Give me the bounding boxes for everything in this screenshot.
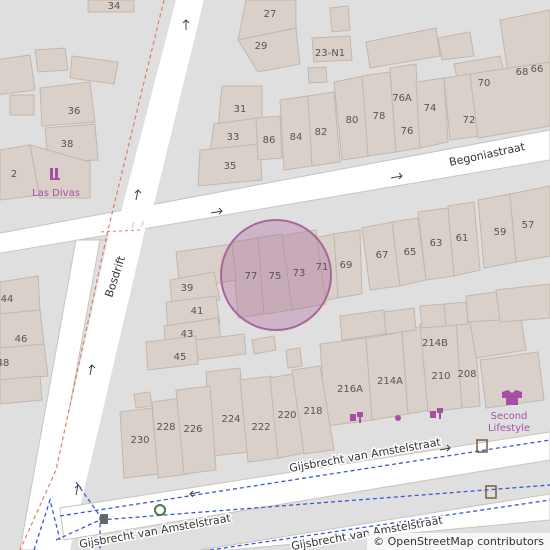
house-number: 78: [373, 111, 386, 122]
poi-label: Lifestyle: [488, 423, 530, 434]
poi-label: Second: [491, 411, 528, 422]
house-number: 220: [277, 410, 296, 421]
house-number: 39: [181, 283, 194, 294]
house-number: 86: [263, 135, 276, 146]
copyright-symbol: ©: [373, 535, 385, 548]
house-number: 69: [340, 260, 353, 271]
shop-dot-icon[interactable]: [395, 415, 401, 421]
house-number: 61: [456, 233, 469, 244]
house-number: 76: [401, 126, 414, 137]
house-number: 222: [251, 422, 270, 433]
house-number: 66: [531, 64, 544, 75]
house-number: 44: [1, 294, 14, 305]
house-number: 71: [316, 262, 329, 273]
house-number: 80: [346, 115, 359, 126]
house-number: 224: [221, 414, 240, 425]
house-number: 59: [494, 227, 507, 238]
house-number: 46: [15, 334, 28, 345]
house-number: 45: [174, 352, 187, 363]
house-number: 48: [0, 358, 9, 369]
attribution-link[interactable]: OpenStreetMap contributors: [388, 535, 544, 548]
house-number: 34: [108, 1, 121, 12]
house-number: 226: [183, 424, 202, 435]
house-number: 214A: [377, 376, 403, 387]
house-number: 210: [431, 371, 450, 382]
house-number: 214B: [422, 338, 448, 349]
house-number: 67: [376, 250, 389, 261]
waste-basket-icon: [100, 514, 108, 524]
house-number: 216A: [337, 384, 363, 395]
house-number: 73: [293, 268, 306, 279]
house-number: 74: [424, 103, 437, 114]
house-number: 84: [290, 132, 303, 143]
house-number: 77: [245, 271, 258, 282]
house-number: 33: [227, 132, 240, 143]
house-number: 23-N1: [315, 48, 345, 59]
house-number: 38: [61, 139, 74, 150]
house-number: 63: [430, 238, 443, 249]
house-number: 65: [404, 247, 417, 258]
poi-label: Las Divas: [32, 188, 80, 199]
house-number: 29: [255, 41, 268, 52]
house-number: 43: [181, 329, 194, 340]
house-number: 27: [264, 9, 277, 20]
house-number: 31: [234, 104, 247, 115]
house-number: 230: [130, 435, 149, 446]
map-attribution[interactable]: © OpenStreetMap contributors: [367, 533, 550, 550]
house-number: 35: [224, 161, 237, 172]
house-number: 70: [478, 78, 491, 89]
house-number: 218: [303, 406, 322, 417]
house-number: 57: [522, 220, 535, 231]
house-number: 82: [315, 127, 328, 138]
house-number: 228: [156, 422, 175, 433]
house-number: 41: [191, 306, 204, 317]
house-number: 72: [463, 115, 476, 126]
house-number: 36: [68, 106, 81, 117]
house-number: 2: [11, 169, 17, 180]
map-canvas[interactable]: Begoniastraat Bosdrift Gijsbrecht van Am…: [0, 0, 550, 550]
house-number: 75: [269, 271, 282, 282]
house-number: 208: [457, 369, 476, 380]
house-number: 68: [516, 67, 529, 78]
house-number: 76A: [392, 93, 412, 104]
